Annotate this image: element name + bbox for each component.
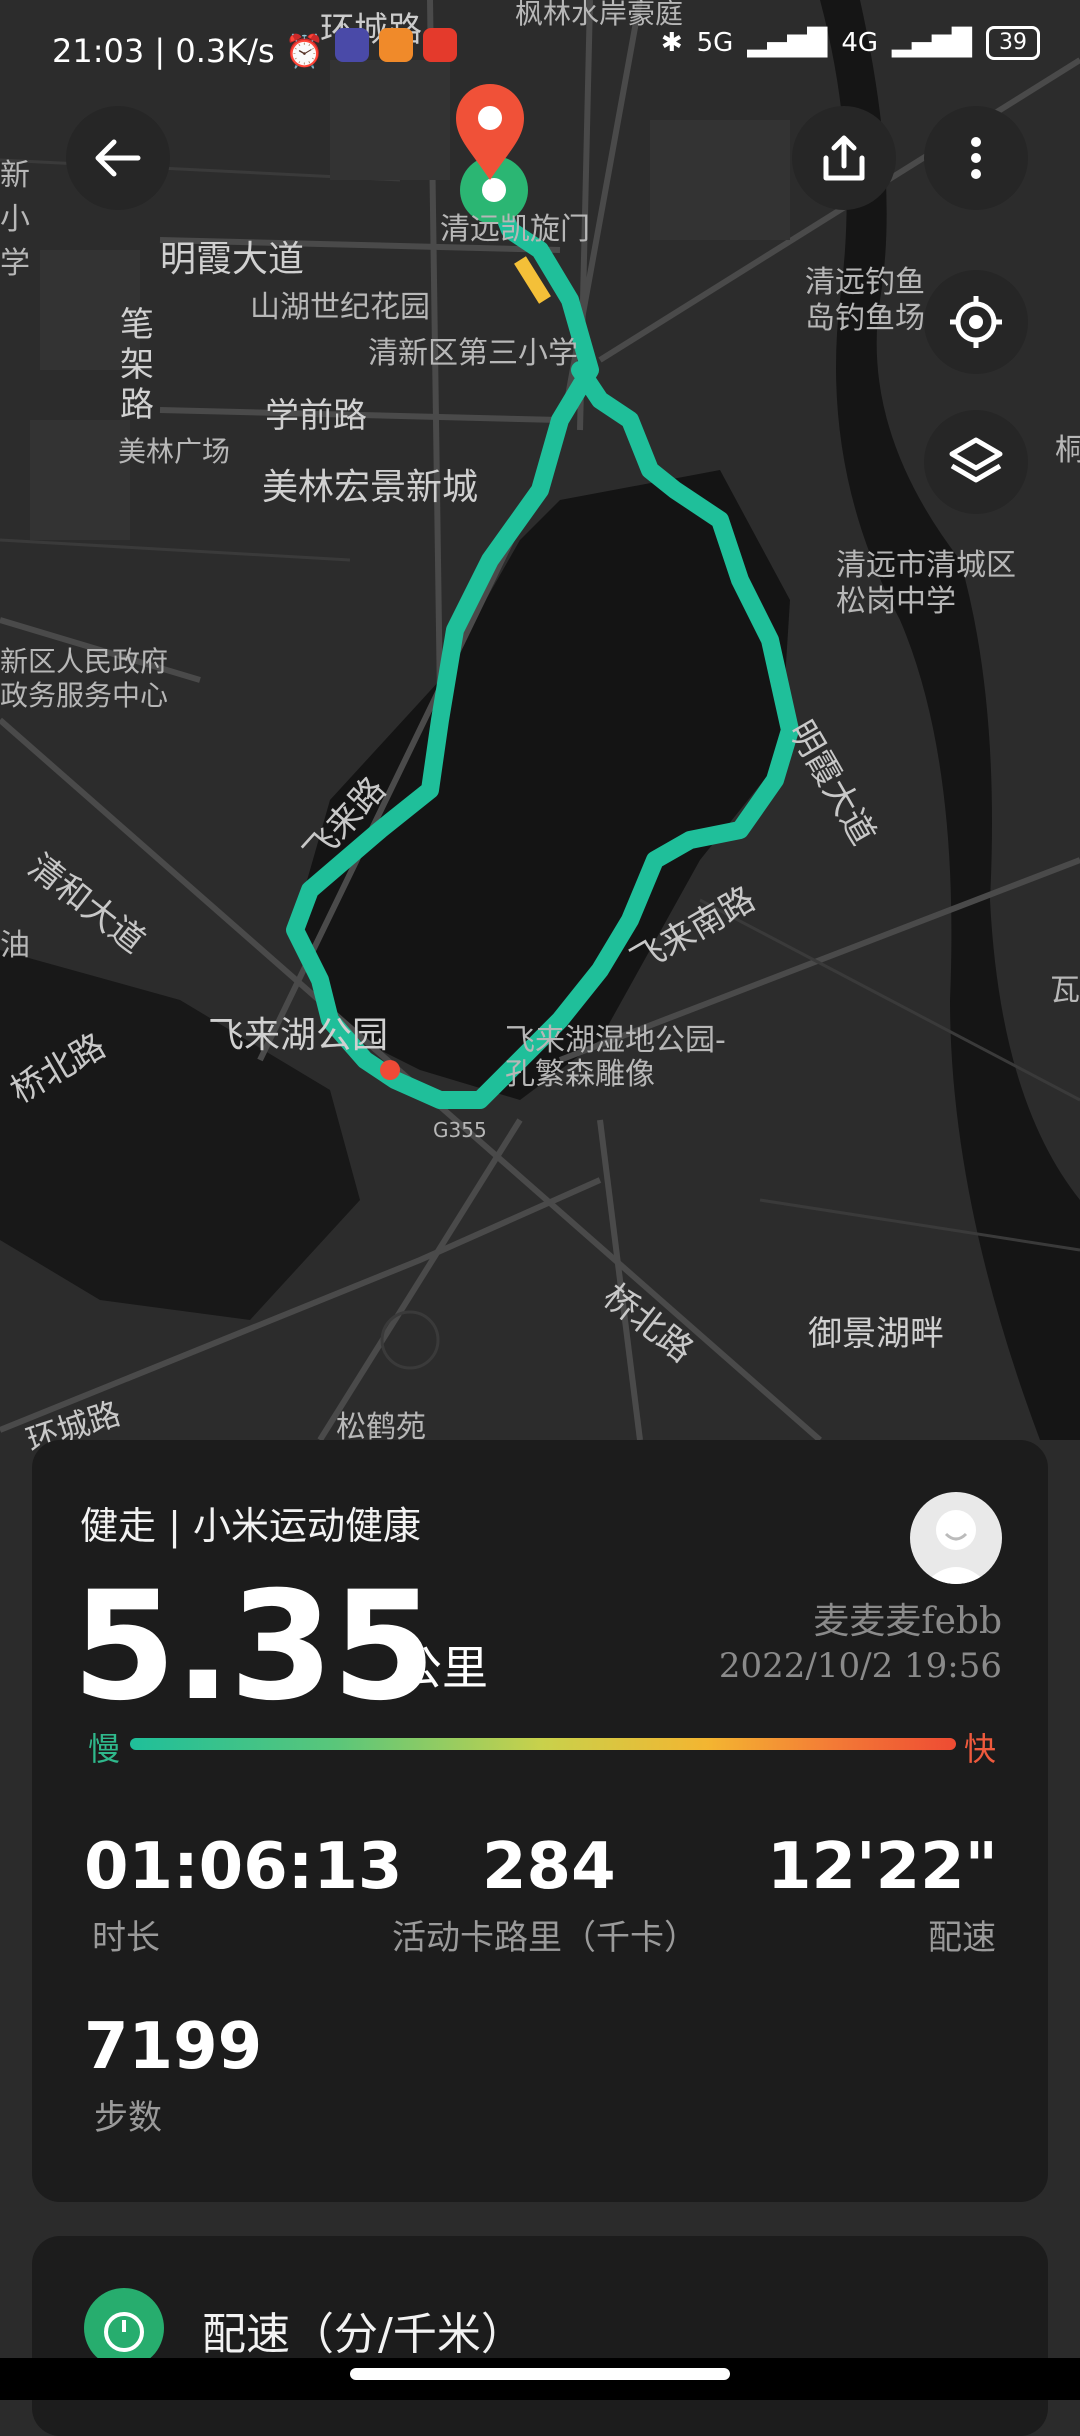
map-label: 油 bbox=[0, 928, 30, 963]
navigation-bar bbox=[0, 2358, 1080, 2400]
duration-label: 时长 bbox=[92, 1918, 160, 1958]
map-label: 新区人民政府政务服务中心 bbox=[0, 645, 169, 712]
app-notification-icon bbox=[379, 28, 414, 62]
map-label: 飞来湖湿地公园-孔繁森雕像 bbox=[505, 1023, 726, 1092]
network-5g: 5G bbox=[696, 28, 734, 58]
status-net-speed: 0.3K/s bbox=[175, 32, 275, 70]
locate-icon bbox=[950, 296, 1002, 348]
calories-value: 284 bbox=[482, 1830, 616, 1904]
battery-level: 39 bbox=[986, 26, 1040, 60]
network-4g: 4G bbox=[841, 28, 879, 58]
map-label: 明霞大道 bbox=[160, 239, 305, 280]
map-label: 新小学 bbox=[0, 158, 30, 281]
workout-summary-card: 健走 | 小米运动健康 5.35 公里 麦麦麦febb 2022/10/2 19… bbox=[32, 1440, 1048, 2202]
map-label: 山湖世纪花园 bbox=[250, 290, 430, 325]
status-bar: 21:03 | 0.3K/s ⏰ ✱ 5G ▂▄▆█ 4G ▂▄▆█ 39 bbox=[0, 0, 1080, 100]
map-label: 清远凯旋门 bbox=[440, 212, 590, 247]
map-label: 清远市清城区松岗中学 bbox=[836, 548, 1016, 619]
signal-icon: ▂▄▆█ bbox=[747, 28, 828, 58]
app-notification-icon bbox=[334, 28, 369, 62]
workout-datetime: 2022/10/2 19:56 bbox=[718, 1646, 1002, 1686]
status-time: 21:03 bbox=[52, 32, 145, 70]
share-button[interactable] bbox=[792, 106, 896, 210]
pace-section-title: 配速（分/千米） bbox=[202, 2309, 525, 2360]
map-label: 学前路 bbox=[265, 396, 367, 436]
workout-title: 健走 | 小米运动健康 bbox=[80, 1504, 421, 1548]
home-indicator[interactable] bbox=[350, 2368, 730, 2380]
map-label: 清新区第三小学 bbox=[368, 336, 578, 371]
map-label: 美林广场 bbox=[118, 435, 231, 468]
map-label: 飞来湖公园 bbox=[208, 1015, 389, 1056]
app-notification-icon bbox=[423, 28, 458, 62]
map-layers-button[interactable] bbox=[924, 410, 1028, 514]
map-label: G355 bbox=[433, 1118, 487, 1142]
pace-chart-icon bbox=[84, 2288, 164, 2368]
layers-icon bbox=[949, 437, 1003, 483]
more-vert-icon bbox=[971, 137, 981, 179]
locate-button[interactable] bbox=[924, 270, 1028, 374]
map-label: 美林宏景新城 bbox=[262, 467, 479, 508]
map-label: 清远钓鱼岛钓鱼场 bbox=[805, 265, 925, 336]
avatar[interactable] bbox=[910, 1492, 1002, 1584]
map-label: 笔架路 bbox=[120, 305, 154, 425]
user-avatar-icon bbox=[924, 1510, 988, 1584]
more-options-button[interactable] bbox=[924, 106, 1028, 210]
back-arrow-icon bbox=[95, 139, 141, 177]
pace-fast-label: 快 bbox=[963, 1730, 996, 1768]
back-button[interactable] bbox=[66, 106, 170, 210]
distance-unit: 公里 bbox=[396, 1641, 488, 1695]
pace-slow-label: 慢 bbox=[88, 1730, 121, 1768]
pace-section-card[interactable]: 配速（分/千米） bbox=[32, 2236, 1048, 2436]
user-name: 麦麦麦febb bbox=[813, 1601, 1002, 1642]
pace-gradient-bar bbox=[130, 1738, 956, 1750]
map-label: 桐 bbox=[1055, 433, 1080, 468]
map-label: 御景湖畔 bbox=[808, 1314, 944, 1354]
signal-icon: ▂▄▆█ bbox=[892, 28, 972, 58]
duration-value: 01:06:13 bbox=[84, 1830, 403, 1904]
steps-label: 步数 bbox=[94, 2098, 162, 2138]
share-icon bbox=[823, 135, 865, 181]
pace-value: 12'22" bbox=[766, 1830, 998, 1904]
pace-label: 配速 bbox=[928, 1918, 996, 1958]
distance-value: 5.35 bbox=[72, 1560, 436, 1734]
calories-label: 活动卡路里（千卡） bbox=[392, 1918, 698, 1958]
map-label: 瓦 bbox=[1050, 973, 1080, 1008]
alarm-icon: ⏰ bbox=[284, 32, 325, 70]
bluetooth-icon: ✱ bbox=[660, 28, 683, 58]
steps-value: 7199 bbox=[84, 2010, 263, 2084]
